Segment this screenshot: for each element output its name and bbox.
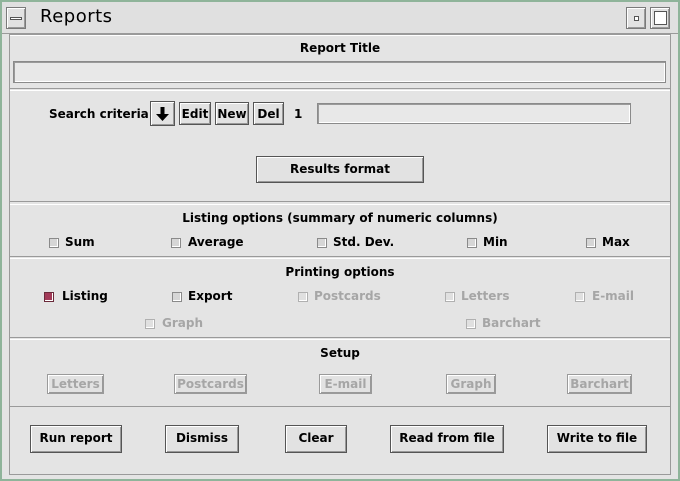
graph-checkbox[interactable] bbox=[145, 319, 155, 329]
arrow-down-icon bbox=[156, 107, 169, 121]
search-criteria-input[interactable] bbox=[317, 103, 631, 124]
setup-letters-button[interactable]: Letters bbox=[47, 374, 104, 394]
window-menu-button[interactable] bbox=[6, 7, 26, 29]
printing-options-header: Printing options bbox=[285, 265, 395, 279]
search-criteria-label: Search criteria: bbox=[49, 107, 154, 121]
average-label: Average bbox=[188, 235, 244, 249]
max-checkbox[interactable] bbox=[586, 238, 596, 248]
report-title-input[interactable] bbox=[13, 61, 666, 83]
setup-graph-button[interactable]: Graph bbox=[446, 374, 496, 394]
email-label: E-mail bbox=[592, 289, 635, 303]
del-button[interactable]: Del bbox=[253, 102, 284, 125]
average-checkbox[interactable] bbox=[171, 238, 181, 248]
export-label: Export bbox=[188, 289, 233, 303]
read-from-file-button[interactable]: Read from file bbox=[390, 425, 504, 453]
min-checkbox[interactable] bbox=[467, 238, 477, 248]
new-button[interactable]: New bbox=[215, 102, 249, 125]
minimize-icon bbox=[634, 16, 639, 21]
email-checkbox[interactable] bbox=[575, 292, 585, 302]
edit-button[interactable]: Edit bbox=[179, 102, 211, 125]
min-label: Min bbox=[483, 235, 508, 249]
postcards-checkbox[interactable] bbox=[298, 292, 308, 302]
graph-label: Graph bbox=[162, 316, 203, 330]
down-arrow-button[interactable] bbox=[150, 101, 175, 126]
dismiss-button[interactable]: Dismiss bbox=[165, 425, 239, 453]
results-format-button[interactable]: Results format bbox=[256, 156, 424, 183]
listing-checkbox[interactable] bbox=[44, 292, 54, 302]
menu-bar-icon bbox=[10, 17, 22, 20]
maximize-button[interactable] bbox=[650, 7, 670, 29]
sum-checkbox[interactable] bbox=[49, 238, 59, 248]
run-report-button[interactable]: Run report bbox=[30, 425, 122, 453]
postcards-label: Postcards bbox=[314, 289, 381, 303]
maximize-icon bbox=[654, 11, 667, 25]
window-title: Reports bbox=[40, 6, 113, 27]
minimize-button[interactable] bbox=[626, 7, 646, 29]
letters-label: Letters bbox=[461, 289, 510, 303]
criteria-index: 1 bbox=[294, 107, 303, 121]
write-to-file-button[interactable]: Write to file bbox=[547, 425, 647, 453]
report-title-label: Report Title bbox=[299, 41, 381, 55]
max-label: Max bbox=[602, 235, 630, 249]
setup-barchart-button[interactable]: Barchart bbox=[567, 374, 632, 394]
export-checkbox[interactable] bbox=[172, 292, 182, 302]
setup-postcards-button[interactable]: Postcards bbox=[174, 374, 247, 394]
std-dev-label: Std. Dev. bbox=[333, 235, 395, 249]
barchart-checkbox[interactable] bbox=[466, 319, 476, 329]
sum-label: Sum bbox=[65, 235, 95, 249]
std-dev-checkbox[interactable] bbox=[317, 238, 327, 248]
listing-options-header: Listing options (summary of numeric colu… bbox=[182, 211, 498, 225]
listing-label: Listing bbox=[62, 289, 108, 303]
clear-button[interactable]: Clear bbox=[285, 425, 347, 453]
letters-checkbox[interactable] bbox=[445, 292, 455, 302]
setup-email-button[interactable]: E-mail bbox=[319, 374, 372, 394]
barchart-label: Barchart bbox=[482, 316, 541, 330]
setup-header: Setup bbox=[320, 346, 360, 360]
